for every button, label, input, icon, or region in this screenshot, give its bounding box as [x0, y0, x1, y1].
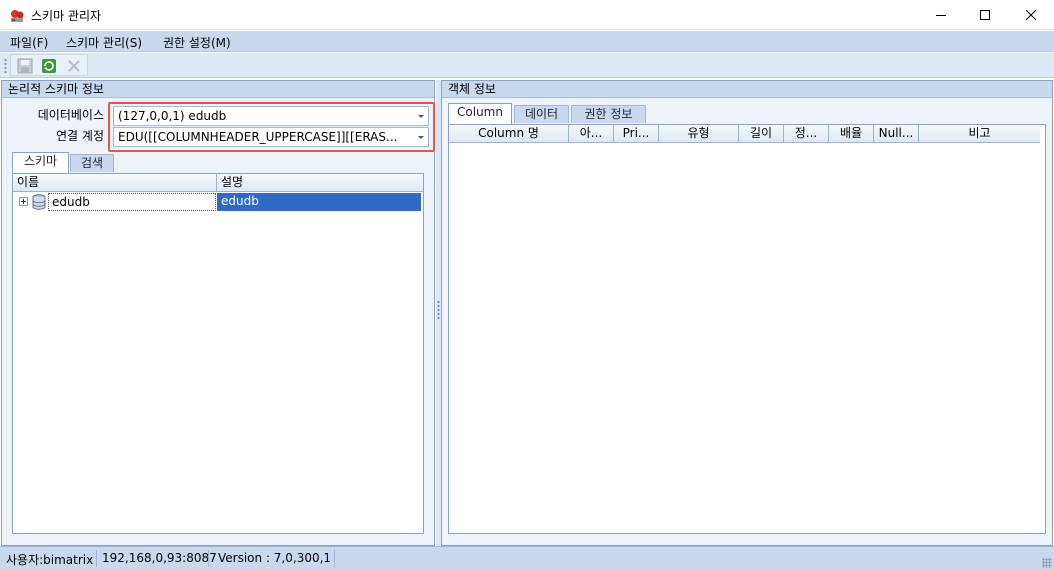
refresh-icon[interactable] — [41, 58, 57, 74]
column-header-description[interactable]: 설명 — [217, 174, 423, 192]
row-description-cell[interactable]: edudb — [217, 193, 421, 211]
column-header-name[interactable]: 이름 — [13, 174, 217, 192]
minimize-button[interactable] — [918, 0, 964, 30]
column-grid-header: Column 명 아... Pri... 유형 길이 정... 배율 Null.… — [449, 125, 1040, 143]
status-separator — [96, 550, 97, 567]
status-separator — [208, 550, 209, 567]
toolbar-group — [10, 54, 88, 76]
tab-column[interactable]: Column — [448, 103, 512, 124]
app-logo-icon — [11, 10, 24, 22]
status-user: 사용자:bimatrix — [6, 553, 94, 567]
object-info-panel: 객체 정보 Column 데이터 권한 정보 Column 명 아... Pri… — [441, 80, 1053, 546]
resize-grip-icon[interactable] — [1042, 558, 1052, 568]
column-header-remarks[interactable]: 비고 — [919, 125, 1040, 143]
tab-data[interactable]: 데이터 — [514, 105, 569, 123]
schema-grid-header: 이름 설명 — [13, 174, 423, 192]
maximize-icon — [980, 10, 990, 20]
database-icon — [32, 194, 46, 210]
database-label: 데이터베이스 — [37, 108, 104, 122]
toolbar — [0, 53, 1054, 78]
tab-permission-info[interactable]: 권한 정보 — [571, 105, 646, 123]
tree-row[interactable]: edudb edudb — [13, 193, 423, 211]
account-label: 연결 계정 — [56, 129, 104, 143]
column-header-type[interactable]: 유형 — [659, 125, 739, 143]
close-icon — [1026, 10, 1036, 20]
title-bar: 스키마 관리자 — [0, 0, 1054, 30]
save-icon[interactable] — [17, 58, 33, 74]
splitter-grip[interactable] — [437, 300, 440, 320]
menu-file[interactable]: 파일(F) — [10, 34, 48, 51]
menu-bar: 파일(F) 스키마 관리(S) 권한 설정(M) — [0, 31, 1054, 52]
toolbar-grip[interactable] — [4, 58, 7, 73]
status-server: 192,168,0,93:8087 — [102, 551, 217, 565]
expand-icon[interactable] — [19, 197, 28, 206]
tab-schema[interactable]: 스키마 — [12, 152, 69, 173]
menu-permission-settings[interactable]: 권한 설정(M) — [163, 34, 231, 51]
close-button[interactable] — [1008, 0, 1054, 30]
menu-schema-manage[interactable]: 스키마 관리(S) — [66, 34, 142, 51]
schema-grid: 이름 설명 edudb edudb — [12, 173, 424, 534]
maximize-button[interactable] — [962, 0, 1008, 30]
row-name-cell[interactable]: edudb — [48, 193, 216, 211]
right-tabs: Column 데이터 권한 정보 — [448, 103, 1048, 124]
column-header-length[interactable]: 길이 — [739, 125, 784, 143]
minimize-icon — [936, 15, 946, 16]
tab-search[interactable]: 검색 — [70, 154, 114, 172]
column-header-primary[interactable]: Pri... — [614, 125, 659, 143]
column-header-scale[interactable]: 배율 — [829, 125, 874, 143]
column-header-column-name[interactable]: Column 명 — [449, 125, 569, 143]
window-title: 스키마 관리자 — [31, 9, 102, 23]
status-bar: 사용자:bimatrix 192,168,0,93:8087 Version :… — [0, 546, 1054, 570]
left-panel-title: 논리적 스키마 정보 — [2, 81, 434, 98]
column-header-a[interactable]: 아... — [569, 125, 614, 143]
column-header-nullable[interactable]: Null... — [874, 125, 919, 143]
highlight-box — [108, 102, 435, 152]
column-grid: Column 명 아... Pri... 유형 길이 정... 배율 Null.… — [448, 124, 1046, 534]
column-header-precision[interactable]: 정... — [784, 125, 829, 143]
left-tabs: 스키마 검색 — [12, 152, 432, 173]
status-version: Version : 7,0,300,1 — [218, 551, 332, 565]
logical-schema-panel: 논리적 스키마 정보 데이터베이스 (127,0,0,1) edudb 연결 계… — [1, 80, 435, 546]
delete-icon[interactable] — [66, 58, 82, 74]
status-separator — [334, 550, 335, 567]
right-panel-title: 객체 정보 — [442, 81, 1052, 98]
